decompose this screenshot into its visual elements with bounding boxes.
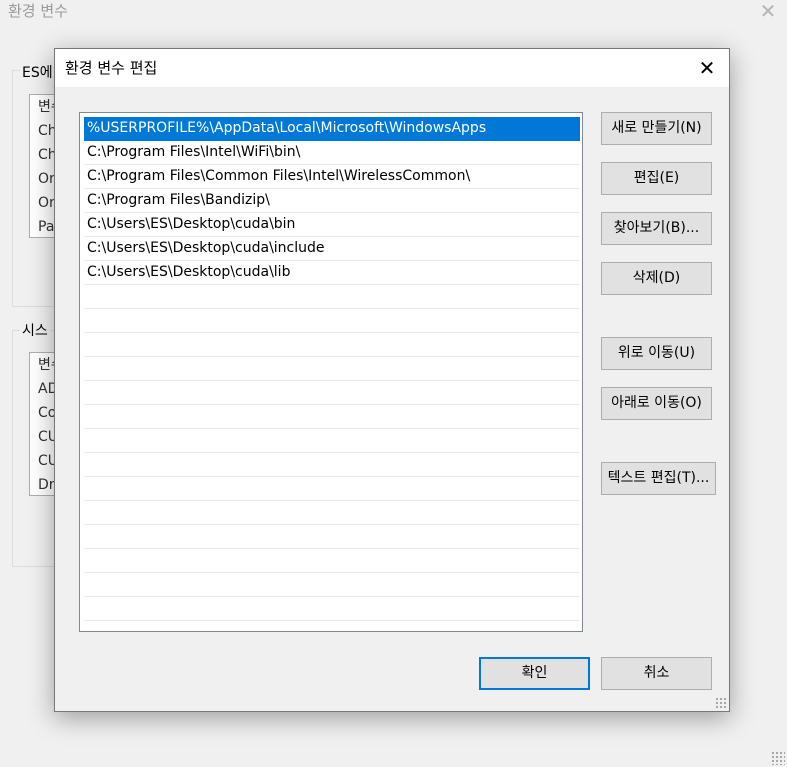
new-button[interactable]: 새로 만들기(N) <box>601 112 712 145</box>
dialog-titlebar: 환경 변수 편집 ✕ <box>55 49 729 87</box>
empty-row[interactable] <box>84 525 580 549</box>
dialog-title: 환경 변수 편집 <box>65 59 158 77</box>
path-row[interactable]: C:\Users\ES\Desktop\cuda\bin <box>84 213 580 237</box>
empty-row[interactable] <box>84 453 580 477</box>
path-row[interactable]: %USERPROFILE%\AppData\Local\Microsoft\Wi… <box>84 117 580 141</box>
path-list[interactable]: %USERPROFILE%\AppData\Local\Microsoft\Wi… <box>79 112 583 632</box>
empty-row[interactable] <box>84 477 580 501</box>
empty-row[interactable] <box>84 597 580 621</box>
empty-row[interactable] <box>84 573 580 597</box>
path-row[interactable]: C:\Program Files\Common Files\Intel\Wire… <box>84 165 580 189</box>
system-variables-label: 시스 <box>20 320 50 340</box>
empty-row[interactable] <box>84 501 580 525</box>
empty-row[interactable] <box>84 285 580 309</box>
empty-row[interactable] <box>84 333 580 357</box>
close-icon[interactable]: ✕ <box>756 0 780 22</box>
browse-button[interactable]: 찾아보기(B)... <box>601 212 712 245</box>
resize-grip-icon[interactable] <box>715 697 727 709</box>
path-row[interactable]: C:\Users\ES\Desktop\cuda\lib <box>84 261 580 285</box>
move-up-button[interactable]: 위로 이동(U) <box>601 337 712 370</box>
edit-button[interactable]: 편집(E) <box>601 162 712 195</box>
path-row[interactable]: C:\Program Files\Bandizip\ <box>84 189 580 213</box>
resize-grip-icon[interactable] <box>771 751 785 765</box>
empty-row[interactable] <box>84 357 580 381</box>
empty-row[interactable] <box>84 405 580 429</box>
empty-row[interactable] <box>84 549 580 573</box>
path-row[interactable]: C:\Program Files\Intel\WiFi\bin\ <box>84 141 580 165</box>
move-down-button[interactable]: 아래로 이동(O) <box>601 387 712 420</box>
cancel-button[interactable]: 취소 <box>601 657 712 690</box>
user-variables-label: ES에 <box>20 62 55 82</box>
empty-row[interactable] <box>84 429 580 453</box>
ok-button[interactable]: 확인 <box>479 657 590 690</box>
path-row[interactable]: C:\Users\ES\Desktop\cuda\include <box>84 237 580 261</box>
close-icon[interactable]: ✕ <box>691 53 723 83</box>
delete-button[interactable]: 삭제(D) <box>601 262 712 295</box>
edit-environment-variable-dialog: 환경 변수 편집 ✕ %USERPROFILE%\AppData\Local\M… <box>54 48 730 712</box>
empty-row[interactable] <box>84 309 580 333</box>
window-title: 환경 변수 <box>8 2 68 20</box>
edit-text-button[interactable]: 텍스트 편집(T)... <box>601 462 716 495</box>
empty-row[interactable] <box>84 381 580 405</box>
